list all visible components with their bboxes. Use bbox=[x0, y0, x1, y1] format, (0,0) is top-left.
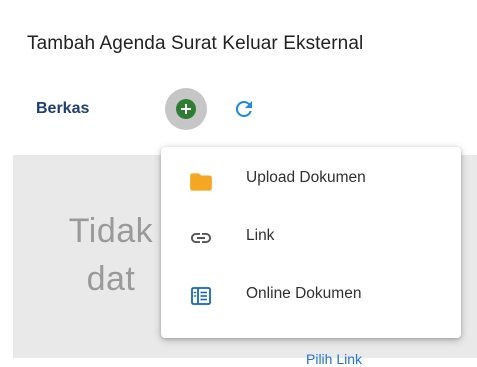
empty-state-message: Tidak dat bbox=[41, 207, 181, 303]
refresh-button[interactable] bbox=[232, 97, 256, 121]
menu-item-label: Online Dokumen bbox=[246, 285, 362, 302]
dialog-title: Tambah Agenda Surat Keluar Eksternal bbox=[27, 33, 364, 54]
menu-item-online-dokumen[interactable]: Online Dokumen bbox=[161, 267, 461, 323]
add-button[interactable] bbox=[165, 88, 207, 130]
add-circle-icon bbox=[176, 99, 196, 119]
link-icon bbox=[191, 233, 211, 243]
bottom-link[interactable]: Pilih Link bbox=[306, 351, 362, 367]
add-file-menu: Upload Dokumen Link Online Dokumen bbox=[161, 147, 461, 338]
empty-state-line-1: Tidak bbox=[68, 212, 154, 250]
folder-icon bbox=[190, 173, 212, 191]
empty-state-line-2: dat bbox=[86, 260, 136, 298]
tab-berkas[interactable]: Berkas bbox=[36, 100, 89, 118]
menu-item-link[interactable]: Link bbox=[161, 209, 461, 265]
refresh-icon bbox=[235, 100, 252, 117]
menu-item-label: Upload Dokumen bbox=[246, 169, 366, 186]
menu-item-upload-dokumen[interactable]: Upload Dokumen bbox=[161, 151, 461, 207]
menu-item-label: Link bbox=[246, 227, 275, 244]
document-icon bbox=[191, 287, 211, 305]
